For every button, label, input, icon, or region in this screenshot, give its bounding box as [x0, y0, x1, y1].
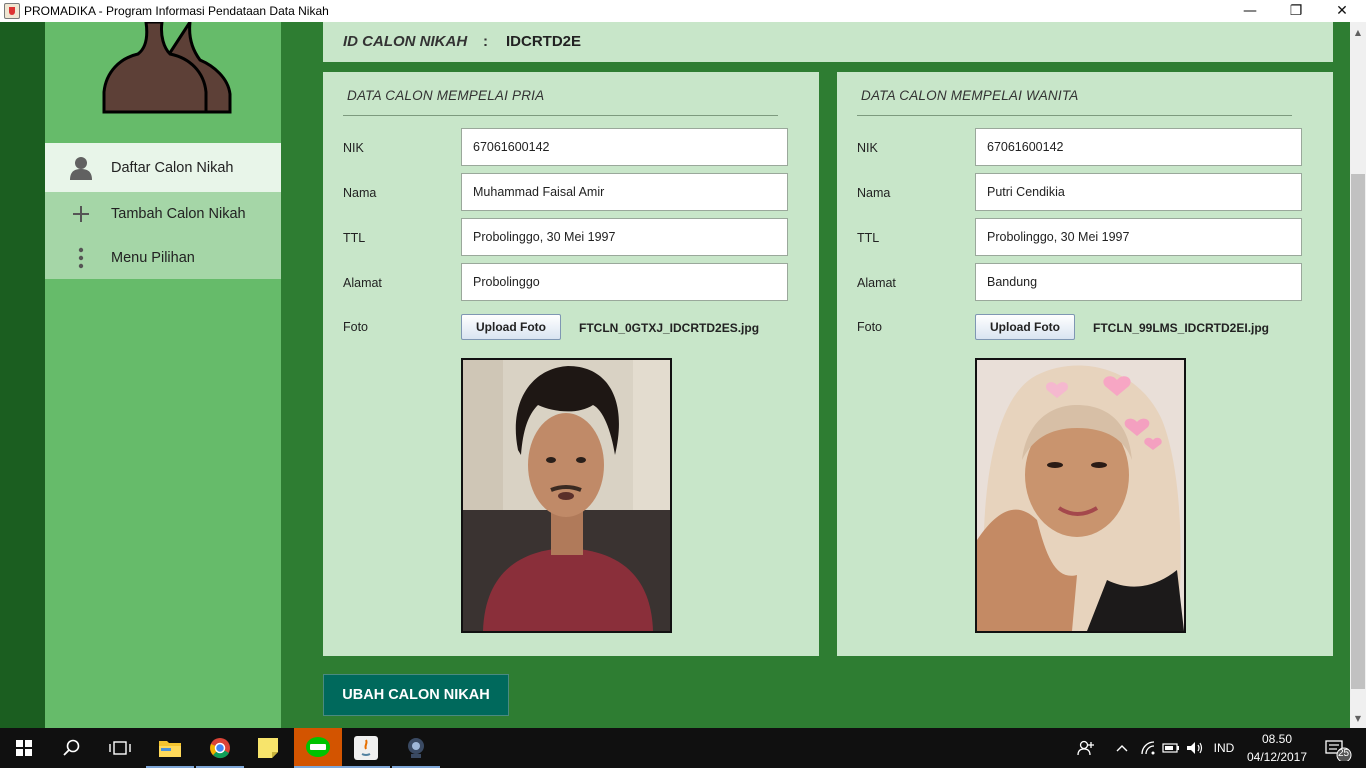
sidebar-item-tambah-calon-nikah[interactable]: Tambah Calon Nikah [45, 192, 281, 236]
photo-pria [461, 358, 672, 633]
search-icon[interactable] [48, 728, 96, 768]
id-header-panel: ID CALON NIKAH : IDCRTD2E [323, 22, 1333, 62]
window-titlebar: PROMADIKA - Program Informasi Pendataan … [0, 0, 1366, 22]
upload-foto-button[interactable]: Upload Foto [461, 314, 561, 340]
panel-data-pria: DATA CALON MEMPELAI PRIA NIK Nama TTL Al… [323, 72, 819, 656]
file-name: FTCLN_0GTXJ_IDCRTD2ES.jpg [579, 321, 760, 335]
window-title: PROMADIKA - Program Informasi Pendataan … [24, 4, 329, 18]
photo-wanita [975, 358, 1186, 633]
java-icon[interactable] [342, 728, 390, 768]
line-icon[interactable] [294, 728, 342, 768]
id-calon-nikah-label: ID CALON NIKAH [343, 33, 468, 50]
ttl-label: TTL [857, 231, 880, 245]
nama-field[interactable] [461, 173, 788, 211]
left-strip [0, 22, 45, 728]
scroll-up-arrow-icon[interactable]: ▲ [1350, 24, 1366, 40]
nik-field[interactable] [461, 128, 788, 166]
chrome-icon[interactable] [196, 728, 244, 768]
foto-label: Foto [343, 320, 369, 334]
sidebar-item-label: Daftar Calon Nikah [111, 159, 234, 176]
nik-label: NIK [857, 141, 878, 155]
alamat-label: Alamat [343, 276, 382, 290]
foto-label: Foto [857, 320, 883, 334]
alamat-label: Alamat [857, 276, 896, 290]
divider [857, 115, 1292, 116]
sidebar: Daftar Calon Nikah Tambah Calon Nikah Me… [45, 22, 281, 728]
file-name: FTCLN_99LMS_IDCRTD2EI.jpg [1093, 321, 1270, 335]
alamat-field[interactable] [975, 263, 1302, 301]
plus-icon [69, 202, 93, 226]
minimize-button[interactable]: — [1227, 0, 1273, 22]
id-calon-nikah-value: IDCRTD2E [506, 33, 582, 50]
panel-title: DATA CALON MEMPELAI PRIA [347, 88, 545, 103]
sidebar-item-menu-pilihan[interactable]: Menu Pilihan [45, 236, 281, 279]
people-icon[interactable] [1072, 728, 1100, 768]
ubah-calon-nikah-button[interactable]: UBAH CALON NIKAH [323, 674, 509, 716]
chevron-up-icon[interactable] [1112, 728, 1132, 768]
nama-field[interactable] [975, 173, 1302, 211]
alamat-field[interactable] [461, 263, 788, 301]
webcam-icon[interactable] [392, 728, 440, 768]
java-app-icon [4, 3, 20, 19]
vertical-scrollbar[interactable]: ▲ ▼ [1350, 22, 1366, 728]
sticky-notes-icon[interactable] [244, 728, 292, 768]
couple-avatar-icon [102, 22, 232, 114]
notification-count: 25 [1338, 748, 1350, 759]
task-view-icon[interactable] [96, 728, 144, 768]
notification-center-icon[interactable]: 25 [1318, 728, 1358, 768]
panel-data-wanita: DATA CALON MEMPELAI WANITA NIK Nama TTL … [837, 72, 1333, 656]
clock-date[interactable]: 04/12/2017 [1243, 750, 1311, 764]
wifi-icon[interactable] [1138, 728, 1158, 768]
scroll-down-arrow-icon[interactable]: ▼ [1350, 710, 1366, 726]
id-separator: : [483, 33, 488, 50]
ttl-label: TTL [343, 231, 366, 245]
close-button[interactable]: ✕ [1319, 0, 1365, 22]
sidebar-item-label: Tambah Calon Nikah [111, 206, 246, 222]
file-explorer-icon[interactable] [146, 728, 194, 768]
volume-icon[interactable] [1184, 728, 1206, 768]
panel-title: DATA CALON MEMPELAI WANITA [861, 88, 1079, 103]
windows-taskbar: IND 08.50 04/12/2017 25 [0, 728, 1366, 768]
sidebar-item-daftar-calon-nikah[interactable]: Daftar Calon Nikah [45, 143, 281, 192]
nik-label: NIK [343, 141, 364, 155]
app-content: Daftar Calon Nikah Tambah Calon Nikah Me… [0, 22, 1350, 728]
windows-start-icon[interactable] [0, 728, 48, 768]
nama-label: Nama [343, 186, 377, 200]
battery-icon[interactable] [1160, 728, 1182, 768]
ttl-field[interactable] [461, 218, 788, 256]
more-vertical-icon [69, 246, 93, 270]
language-indicator[interactable]: IND [1208, 728, 1240, 768]
nama-label: Nama [857, 186, 891, 200]
ttl-field[interactable] [975, 218, 1302, 256]
scroll-thumb[interactable] [1351, 174, 1365, 689]
divider [343, 115, 778, 116]
upload-foto-button[interactable]: Upload Foto [975, 314, 1075, 340]
sidebar-item-label: Menu Pilihan [111, 249, 195, 266]
nik-field[interactable] [975, 128, 1302, 166]
person-icon [69, 156, 93, 180]
clock-time[interactable]: 08.50 [1249, 732, 1305, 746]
maximize-button[interactable]: ❐ [1273, 0, 1319, 22]
